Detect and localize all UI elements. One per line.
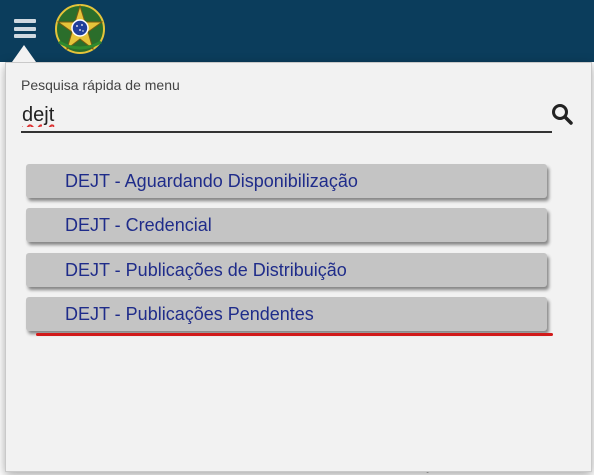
result-dejt-aguardando-disponibilizacao[interactable]: DEJT - Aguardando Disponibilização (26, 164, 547, 198)
top-bar (0, 0, 594, 62)
result-dejt-publicacoes-distribuicao[interactable]: DEJT - Publicações de Distribuição (26, 253, 547, 287)
quick-search-input[interactable] (21, 100, 552, 133)
hamburger-menu-icon[interactable] (14, 19, 36, 38)
result-dejt-publicacoes-pendentes[interactable]: DEJT - Publicações Pendentes (26, 297, 547, 331)
result-dejt-credencial[interactable]: DEJT - Credencial (26, 208, 547, 242)
dropdown-caret (12, 45, 36, 62)
brazil-coat-of-arms-emblem (55, 4, 105, 54)
highlight-underline (36, 333, 553, 336)
quick-search-label: Pesquisa rápida de menu (21, 77, 180, 93)
search-icon[interactable] (551, 103, 573, 125)
